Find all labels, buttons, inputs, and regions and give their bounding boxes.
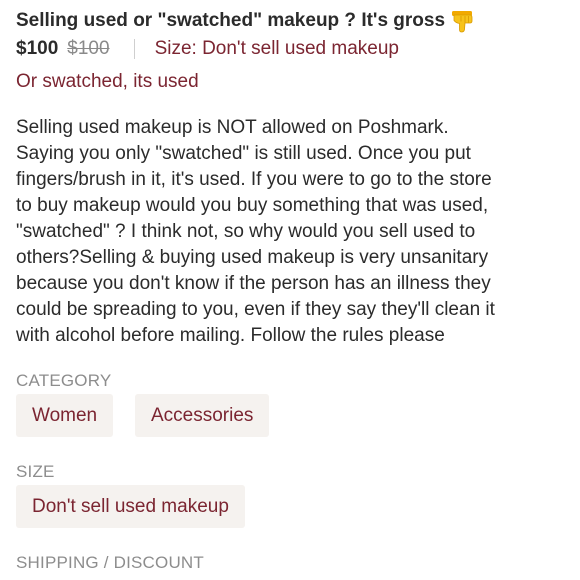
original-price: $100 <box>67 38 110 59</box>
category-chip-women[interactable]: Women <box>16 394 114 437</box>
listing-title: Selling used or "swatched" makeup ? It's… <box>16 10 446 31</box>
price-row: $100 $100 Size: Don't sell used makeup <box>16 38 399 60</box>
title-row: Selling used or "swatched" makeup ? It's… <box>16 8 475 34</box>
category-chip-accessories[interactable]: Accessories <box>135 394 270 437</box>
description-line: could be spreading to you, even if they … <box>16 299 495 320</box>
description-line: with alcohol before mailing. Follow the … <box>16 325 445 346</box>
price: $100 <box>16 38 59 59</box>
listing-description: Selling used makeup is NOT allowed on Po… <box>16 115 572 349</box>
size-inline: Size: Don't sell used makeup <box>154 38 399 59</box>
listing-subtitle: Or swatched, its used <box>16 71 199 92</box>
description-line: because you don't know if the person has… <box>16 273 491 294</box>
size-label: SIZE <box>16 462 55 481</box>
thumbs-down-icon <box>449 8 475 34</box>
divider <box>133 39 135 59</box>
description-line: fingers/brush in it, it's used. If you w… <box>16 169 492 190</box>
shipping-discount-label: SHIPPING / DISCOUNT <box>16 553 204 572</box>
description-line: to buy makeup would you buy something th… <box>16 195 489 216</box>
description-line: Saying you only "swatched" is still used… <box>16 143 471 164</box>
description-line: Selling used makeup is NOT allowed on Po… <box>16 117 449 138</box>
category-label: CATEGORY <box>16 371 112 390</box>
description-line: others?Selling & buying used makeup is v… <box>16 247 489 268</box>
size-chip[interactable]: Don't sell used makeup <box>16 485 245 528</box>
description-line: "swatched" ? I think not, so why would y… <box>16 221 476 242</box>
